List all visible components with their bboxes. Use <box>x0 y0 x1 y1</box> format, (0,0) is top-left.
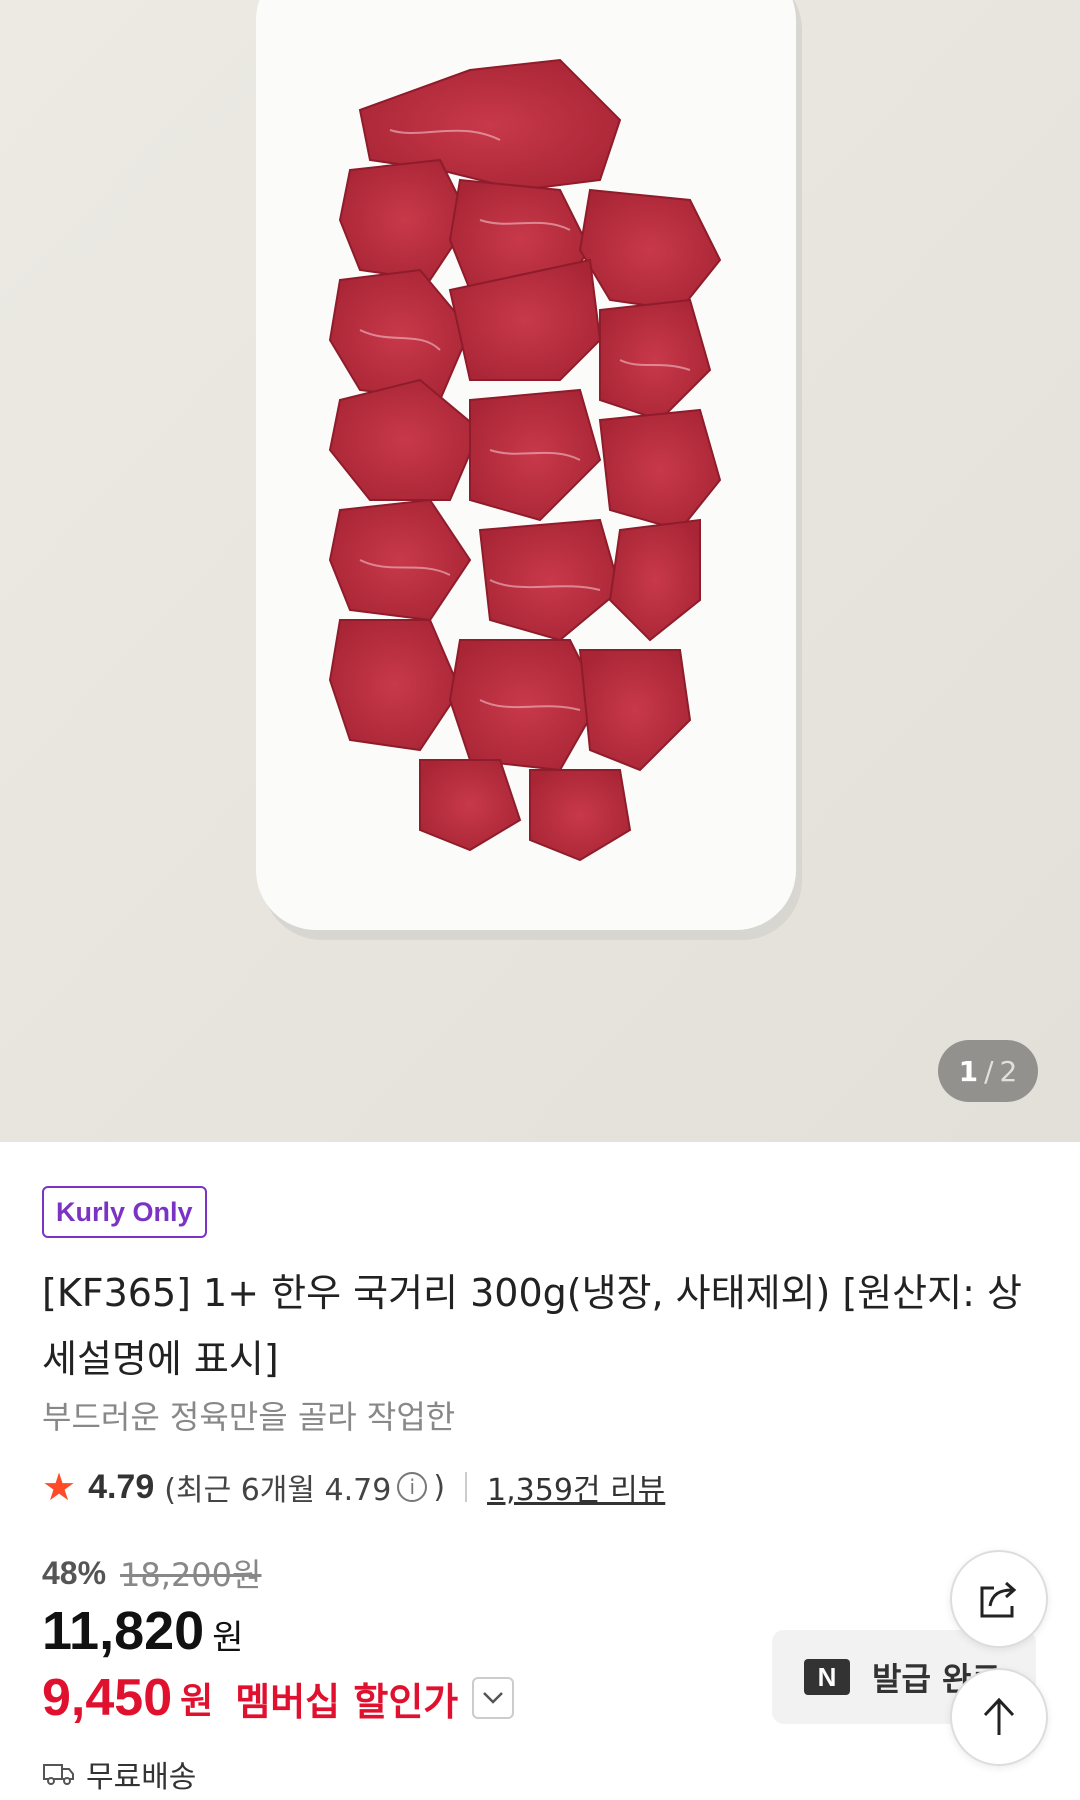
member-price-unit: 원 <box>180 1681 214 1722</box>
pager-separator: / <box>984 1054 994 1088</box>
sale-price-unit: 원 <box>212 1618 244 1658</box>
info-icon[interactable]: i <box>397 1472 428 1502</box>
kurly-only-badge: Kurly Only <box>42 1186 207 1238</box>
delivery-row: 무료배송 <box>42 1752 196 1796</box>
sale-price: 11,820 <box>42 1601 205 1661</box>
product-subtitle: 부드러운 정육만을 골라 작업한 <box>42 1398 456 1436</box>
discount-rate: 48% <box>42 1554 107 1591</box>
pager-total: 2 <box>999 1054 1018 1088</box>
rating-score: 4.79 <box>88 1467 155 1506</box>
scroll-top-button[interactable] <box>950 1668 1048 1766</box>
rating-row: ★ 4.79 (최근 6개월 4.79 i ) 1,359건 리뷰 <box>42 1462 665 1512</box>
share-icon <box>980 1581 1017 1618</box>
naver-logo-icon: N <box>804 1659 850 1695</box>
original-price: 18,200원 <box>120 1556 262 1594</box>
share-button[interactable] <box>950 1550 1048 1648</box>
arrow-up-icon <box>983 1697 1015 1735</box>
price-row: 11,820 원 <box>42 1600 243 1662</box>
rating-divider <box>465 1472 468 1502</box>
rating-recent-text: (최근 6개월 4.79 <box>164 1473 392 1508</box>
chevron-down-icon[interactable] <box>472 1677 515 1719</box>
review-count-link[interactable]: 1,359건 리뷰 <box>487 1465 665 1509</box>
discount-row: 48% 18,200원 <box>42 1550 261 1596</box>
truck-icon <box>43 1764 74 1785</box>
rating-recent-close: ) <box>433 1469 446 1505</box>
member-price-row: 9,450 원 멤버십 할인가 <box>42 1668 515 1728</box>
product-title: [KF365] 1+ 한우 국거리 300g(냉장, 사태제외) [원산지: 상… <box>42 1271 1022 1381</box>
pager-current: 1 <box>958 1054 979 1088</box>
product-image <box>0 0 1080 1142</box>
member-price: 9,450 <box>42 1669 173 1727</box>
star-icon: ★ <box>42 1465 77 1509</box>
gallery-pager: 1 / 2 <box>938 1040 1038 1102</box>
product-image-gallery[interactable]: 1 / 2 <box>0 0 1080 1142</box>
delivery-label: 무료배송 <box>86 1760 197 1795</box>
member-price-label: 멤버십 할인가 <box>235 1679 459 1724</box>
